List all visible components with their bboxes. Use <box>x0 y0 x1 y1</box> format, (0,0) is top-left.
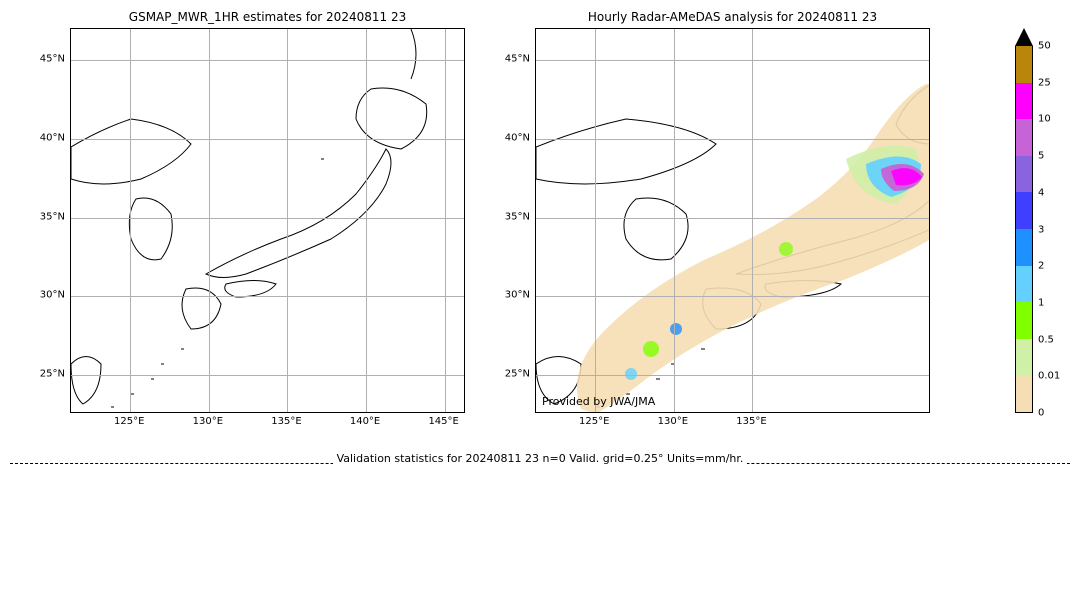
lon-tick: 125°E <box>579 416 609 427</box>
colorbar-swatch <box>1015 46 1033 83</box>
gridlines <box>71 29 464 412</box>
colorbar-tick: 10 <box>1038 114 1051 125</box>
colorbar-over-triangle-icon <box>1015 28 1033 46</box>
colorbar <box>1015 28 1033 413</box>
lon-tick: 140°E <box>350 416 380 427</box>
lon-tick: 130°E <box>193 416 223 427</box>
gsmap-chart: 25°N 30°N 35°N 40°N 45°N 125°E 130°E 135… <box>70 28 465 413</box>
lat-tick: 35°N <box>505 211 530 222</box>
colorbar-swatch <box>1015 302 1033 339</box>
lat-tick: 25°N <box>40 368 65 379</box>
lon-tick: 125°E <box>114 416 144 427</box>
colorbar-swatch <box>1015 375 1033 413</box>
lon-tick: 145°E <box>428 416 458 427</box>
radar-title: Hourly Radar-AMeDAS analysis for 2024081… <box>588 10 877 24</box>
gsmap-title: GSMAP_MWR_1HR estimates for 20240811 23 <box>129 10 406 24</box>
colorbar-swatch <box>1015 229 1033 266</box>
colorbar-swatch <box>1015 119 1033 156</box>
lon-tick: 130°E <box>658 416 688 427</box>
lat-tick: 40°N <box>40 133 65 144</box>
colorbar-swatch <box>1015 156 1033 193</box>
colorbar-swatch <box>1015 339 1033 376</box>
colorbar-tick: 3 <box>1038 224 1044 235</box>
radar-chart: Provided by JWA/JMA 25°N 30°N 35°N 40°N … <box>535 28 930 413</box>
attribution: Provided by JWA/JMA <box>542 395 655 408</box>
lat-tick: 25°N <box>505 368 530 379</box>
colorbar-swatch <box>1015 192 1033 229</box>
gridlines <box>536 29 929 412</box>
validation-footer: Validation statistics for 20240811 23 n=… <box>333 452 748 465</box>
colorbar-tick: 2 <box>1038 261 1044 272</box>
radar-frame: Provided by JWA/JMA <box>535 28 930 413</box>
footer-divider: Validation statistics for 20240811 23 n=… <box>10 450 1070 464</box>
gsmap-frame <box>70 28 465 413</box>
colorbar-tick: 50 <box>1038 41 1051 52</box>
lat-tick: 30°N <box>40 290 65 301</box>
lat-tick: 30°N <box>505 290 530 301</box>
lat-tick: 45°N <box>40 54 65 65</box>
colorbar-tick: 5 <box>1038 151 1044 162</box>
lat-tick: 35°N <box>40 211 65 222</box>
lat-tick: 40°N <box>505 133 530 144</box>
lon-tick: 135°E <box>736 416 766 427</box>
lat-tick: 45°N <box>505 54 530 65</box>
colorbar-swatch <box>1015 83 1033 120</box>
colorbar-tick: 0.5 <box>1038 334 1054 345</box>
colorbar-swatch <box>1015 266 1033 303</box>
colorbar-tick: 25 <box>1038 77 1051 88</box>
colorbar-tick: 4 <box>1038 187 1044 198</box>
colorbar-tick: 0 <box>1038 408 1044 419</box>
colorbar-tick: 0.01 <box>1038 371 1060 382</box>
gsmap-panel: GSMAP_MWR_1HR estimates for 20240811 23 <box>70 10 465 413</box>
radar-panel: Hourly Radar-AMeDAS analysis for 2024081… <box>535 10 930 413</box>
lon-tick: 135°E <box>271 416 301 427</box>
colorbar-tick: 1 <box>1038 297 1044 308</box>
